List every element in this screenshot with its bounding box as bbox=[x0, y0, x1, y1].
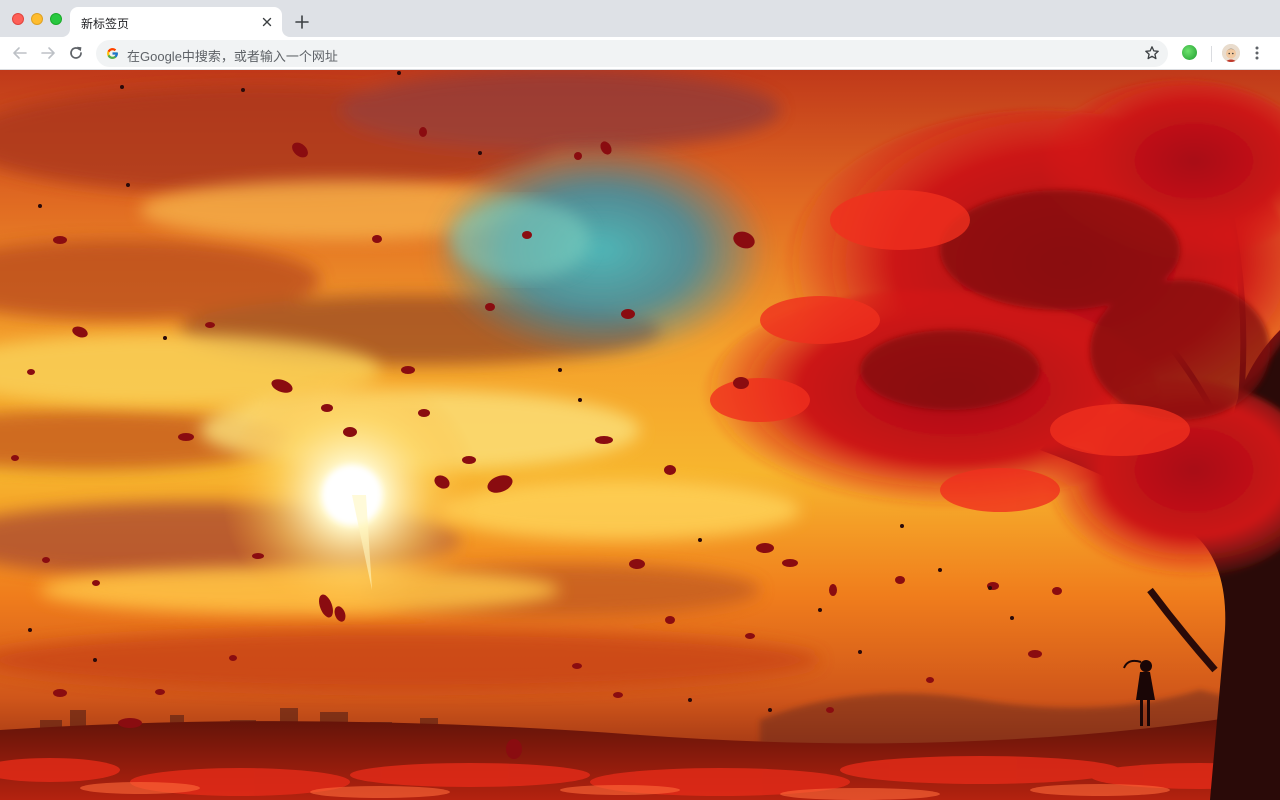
toolbar-divider bbox=[1211, 46, 1212, 62]
window-close-button[interactable] bbox=[12, 13, 24, 25]
three-dot-menu-icon[interactable] bbox=[1255, 45, 1259, 61]
window-minimize-button[interactable] bbox=[31, 13, 43, 25]
address-bar[interactable]: 在Google中搜索，或者输入一个网址 bbox=[96, 40, 1168, 67]
arrow-right-icon[interactable] bbox=[39, 44, 57, 62]
close-icon[interactable] bbox=[260, 15, 274, 29]
new-tab-page bbox=[0, 70, 1280, 800]
tab-strip: 新标签页 bbox=[0, 0, 1280, 37]
star-icon[interactable] bbox=[1144, 45, 1160, 61]
reload-icon[interactable] bbox=[67, 44, 85, 62]
avatar-icon[interactable] bbox=[1222, 44, 1240, 62]
arrow-left-icon[interactable] bbox=[11, 44, 29, 62]
toolbar: 在Google中搜索，或者输入一个网址 bbox=[0, 37, 1280, 70]
plus-icon[interactable] bbox=[292, 12, 312, 32]
browser-window: 新标签页 在Google中搜索，或者输入一个网址 bbox=[0, 0, 1280, 800]
tab-new-tab[interactable]: 新标签页 bbox=[70, 7, 282, 37]
window-maximize-button[interactable] bbox=[50, 13, 62, 25]
wallpaper-image bbox=[0, 70, 1280, 800]
green-circle-icon[interactable] bbox=[1182, 45, 1197, 60]
tab-title: 新标签页 bbox=[81, 17, 130, 31]
google-g-icon bbox=[106, 47, 119, 60]
search-placeholder: 在Google中搜索，或者输入一个网址 bbox=[127, 49, 338, 64]
